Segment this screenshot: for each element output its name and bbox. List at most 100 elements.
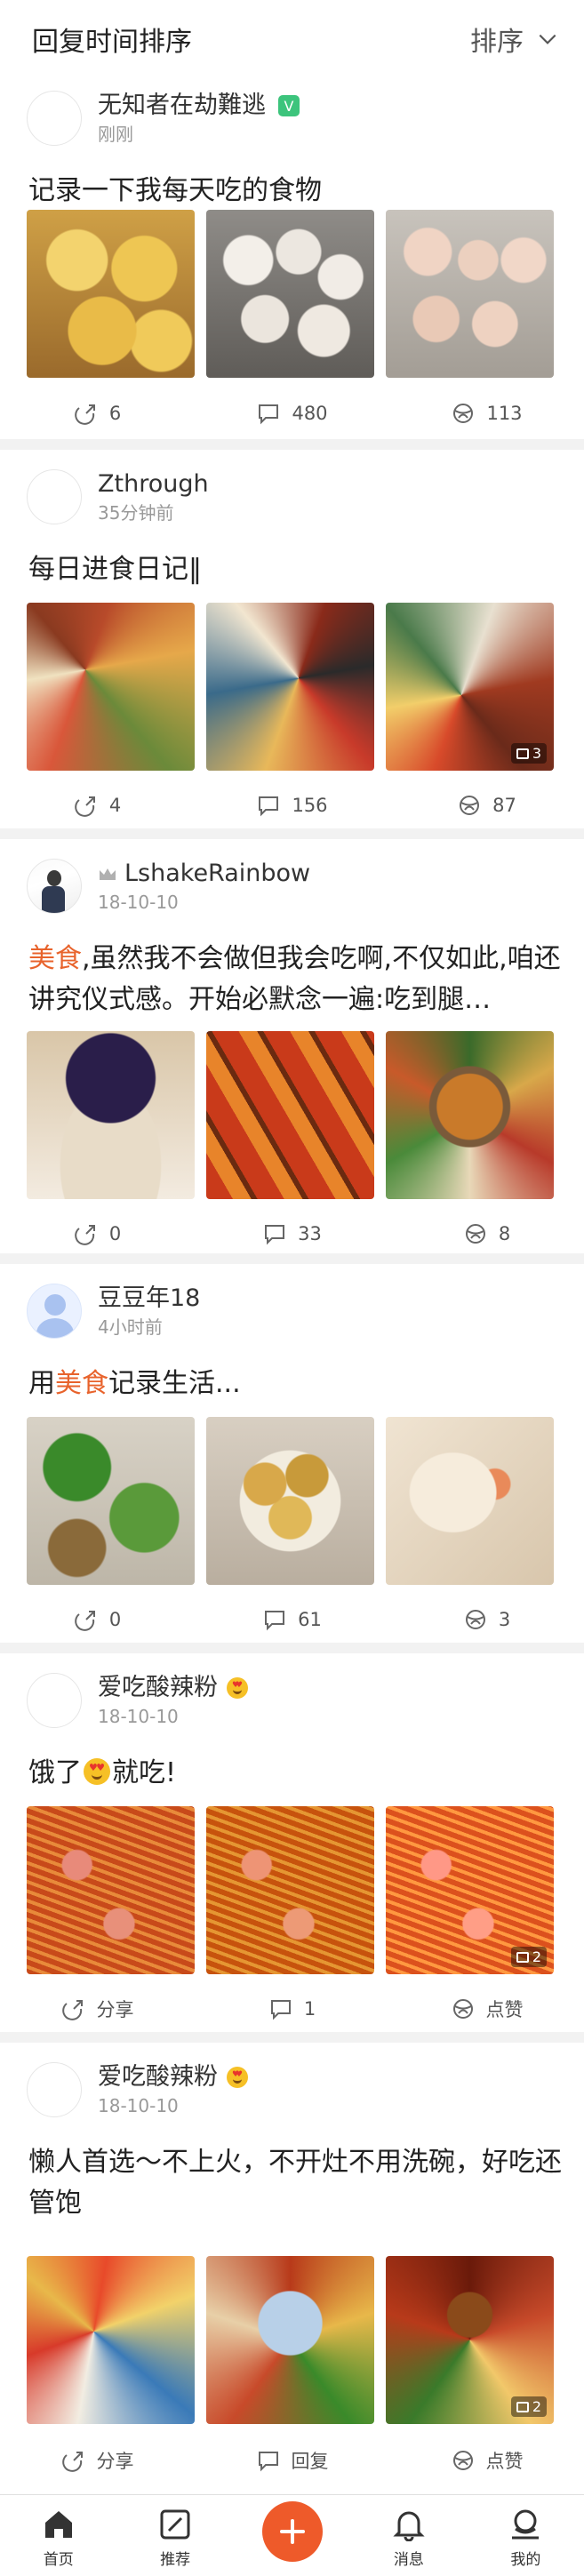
like-button[interactable]: 113 [389,396,584,431]
post-card[interactable]: 爱吃酸辣粉 18-10-10 饿了就吃! 2 分享 1 [0,1653,584,2032]
like-button[interactable]: 点赞 [389,1991,584,2027]
food-photo[interactable]: 2 [386,1806,554,1974]
home-icon [44,2511,72,2538]
food-photo[interactable] [27,1417,195,1585]
share-label: 分享 [96,1999,134,2020]
comment-button[interactable]: 1 [195,1991,389,2027]
avatar[interactable] [27,1673,82,1728]
like-button[interactable]: 点赞 [389,2443,584,2478]
comment-count: 156 [292,795,328,816]
tab-home[interactable]: 首页 [0,2495,116,2576]
share-button[interactable]: 0 [0,1216,195,1252]
post-card[interactable]: 爱吃酸辣粉 18-10-10 懒人首选～不上火，不开灶不用洗碗，好吃还管饱 2 … [0,2043,584,2494]
tab-label: 消息 [393,2551,424,2569]
tab-mine[interactable]: 我的 [468,2495,584,2576]
avatar[interactable] [27,91,82,146]
comment-button[interactable]: 61 [195,1602,389,1637]
sort-dropdown[interactable]: 排序 [470,20,559,59]
username[interactable]: 爱吃酸辣粉 [98,2062,218,2092]
post-header: 爱吃酸辣粉 18-10-10 [27,1673,250,1728]
food-photo[interactable] [27,1031,195,1199]
food-photo[interactable] [27,603,195,771]
reply-button[interactable]: 回复 [195,2443,389,2478]
image-grid [27,1031,554,1199]
post-time: 35分钟前 [98,502,174,524]
tab-messages[interactable]: 消息 [350,2495,467,2576]
topic-keyword[interactable]: 美食 [28,943,82,974]
user-icon [512,2509,540,2540]
image-grid [27,1417,554,1585]
post-text-segment: 记录生活... [108,1368,241,1399]
comment-icon [258,2452,278,2472]
like-icon [452,2451,473,2470]
food-photo[interactable]: 3 [386,603,554,771]
username[interactable]: 爱吃酸辣粉 [98,1673,218,1703]
like-icon [452,1999,473,2019]
post-text[interactable]: 每日进食日记‖ [28,549,562,590]
like-button[interactable]: 3 [389,1602,584,1637]
like-button[interactable]: 87 [389,788,584,823]
share-button[interactable]: 分享 [0,1991,195,2027]
food-photo[interactable] [206,2256,374,2424]
username[interactable]: LshakeRainbow [124,859,310,889]
share-button[interactable]: 6 [0,396,195,431]
post-card[interactable]: Zthrough 35分钟前 每日进食日记‖ 3 4 156 87 [0,450,584,828]
food-photo[interactable]: 2 [386,2256,554,2424]
food-photo[interactable] [386,1417,554,1585]
sort-label: 排序 [470,27,524,58]
food-photo[interactable] [27,2256,195,2424]
image-grid [27,210,554,378]
like-button[interactable]: 8 [389,1216,584,1252]
comment-button[interactable]: 480 [195,396,389,431]
post-header: Zthrough 35分钟前 [27,469,209,524]
post-text-segment: 用 [28,1368,55,1399]
image-icon [516,1951,529,1963]
food-photo[interactable] [386,1031,554,1199]
topic-keyword[interactable]: 美食 [55,1368,108,1399]
username[interactable]: Zthrough [98,469,209,500]
tab-publish[interactable] [234,2495,350,2576]
post-text[interactable]: 饿了就吃! [28,1753,562,1794]
post-card[interactable]: LshakeRainbow 18-10-10 美食,虽然我不会做但我会吃啊,不仅… [0,839,584,1253]
comment-icon [259,404,279,425]
avatar[interactable] [27,859,82,914]
post-text[interactable]: 记录一下我每天吃的食物 [28,171,562,212]
comment-count: 61 [298,1609,322,1630]
food-photo[interactable] [27,210,195,378]
like-icon [465,1224,485,1244]
food-photo[interactable] [206,1031,374,1199]
food-photo[interactable] [206,603,374,771]
post-text[interactable]: 懒人首选～不上火，不开灶不用洗碗，好吃还管饱 [28,2142,562,2224]
share-button[interactable]: 4 [0,788,195,823]
share-icon [75,404,95,425]
share-button[interactable]: 分享 [0,2443,195,2478]
avatar[interactable] [27,469,82,524]
post-text[interactable]: 用美食记录生活... [28,1364,562,1404]
image-grid: 3 [27,603,554,771]
username[interactable]: 豆豆年18 [98,1284,200,1314]
post-text[interactable]: 美食,虽然我不会做但我会吃啊,不仅如此,咱还讲究仪式感。开始必默念一遍:吃到腿… [28,939,562,1020]
like-count: 3 [498,1609,511,1630]
comment-button[interactable]: 33 [195,1216,389,1252]
avatar[interactable] [27,2062,82,2117]
food-photo[interactable] [206,1417,374,1585]
food-photo[interactable] [206,210,374,378]
post-card[interactable]: 豆豆年18 4小时前 用美食记录生活... 0 61 3 [0,1264,584,1643]
share-icon [61,2000,83,2020]
action-bar: 0 61 3 [0,1602,584,1637]
share-button[interactable]: 0 [0,1602,195,1637]
avatar[interactable] [27,1284,82,1339]
food-photo[interactable] [27,1806,195,1974]
comment-button[interactable]: 156 [195,788,389,823]
like-icon [453,404,474,423]
food-photo[interactable] [206,1806,374,1974]
share-count: 0 [108,1223,122,1244]
food-photo[interactable] [386,210,554,378]
verified-badge-icon: V [278,95,300,116]
username[interactable]: 无知者在劫難逃 [98,91,266,121]
heart-eyes-emoji-icon [227,1677,248,1699]
action-bar: 分享 1 点赞 [0,1991,584,2027]
post-card[interactable]: 无知者在劫難逃 V 刚刚 记录一下我每天吃的食物 6 480 113 [0,78,584,439]
chevron-down-icon [539,34,556,44]
tab-recommend[interactable]: 推荐 [116,2495,233,2576]
